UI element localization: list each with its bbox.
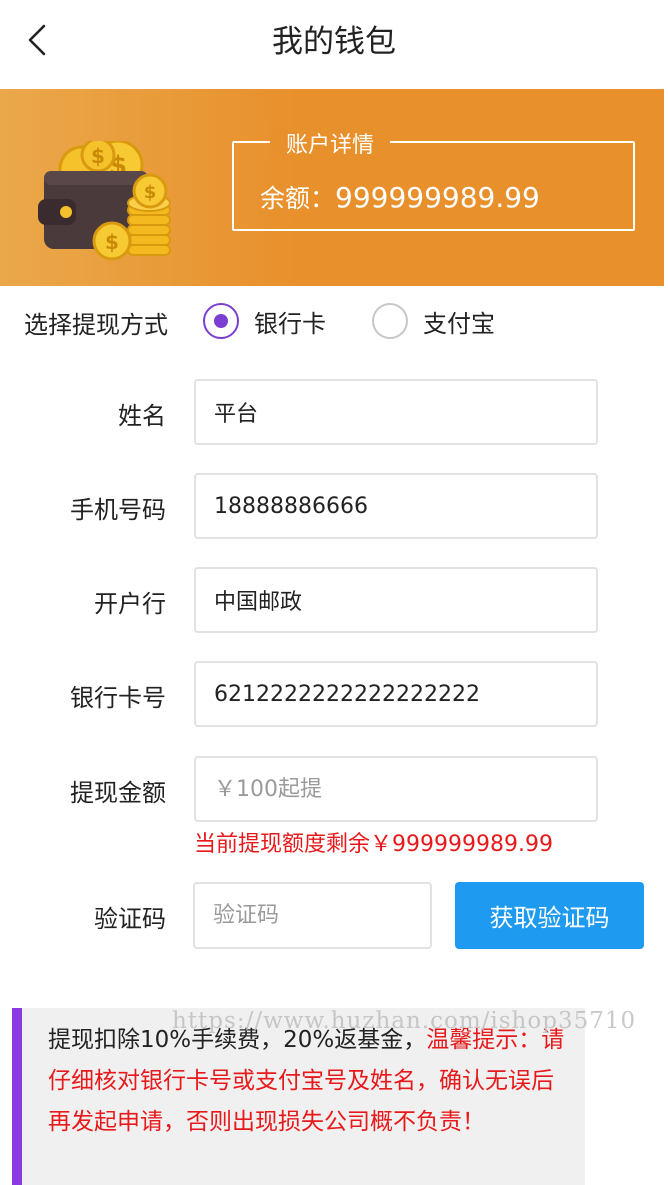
bank-input[interactable] [194,567,598,633]
account-details-title: 账户详情 [270,127,391,159]
bank-label: 开户行 [94,590,166,618]
page-title: 我的钱包 [272,24,396,60]
svg-text:$: $ [105,230,119,254]
withdraw-notice: 提现扣除10%手续费，20%返基金，温馨提示：请仔细核对银行卡号或支付宝号及姓名… [12,1008,585,1185]
balance-value: 999999989.99 [335,181,540,214]
radio-bank-card-label: 银行卡 [254,309,326,338]
wallet-coins-icon: $ $ $ $ [38,141,171,261]
balance-display: 余额：999999989.99 [260,179,540,215]
amount-label: 提现金额 [70,779,166,807]
verify-code-input[interactable] [193,882,432,949]
account-details-box: 账户详情 余额：999999989.99 [232,127,635,231]
bank-row: 开户行 [0,567,664,633]
card-number-input[interactable] [194,661,598,727]
withdraw-method-label: 选择提现方式 [24,311,168,339]
radio-unchecked-icon [372,303,408,339]
card-number-label: 银行卡号 [70,684,166,712]
remaining-quota-text: 当前提现额度剩余￥999999989.99 [194,832,553,857]
phone-label: 手机号码 [70,496,166,524]
svg-text:$: $ [144,182,157,203]
name-label: 姓名 [118,402,166,430]
wallet-banner: $ $ $ $ 账户详情 余额：999999989.99 [0,89,664,286]
withdraw-method-row: 选择提现方式 银行卡 支付宝 [0,296,664,346]
amount-row: 提现金额 [0,756,664,822]
balance-label: 余额： [260,184,336,213]
name-row: 姓名 [0,379,664,445]
radio-bank-card[interactable]: 银行卡 [203,301,326,341]
get-verify-code-button[interactable]: 获取验证码 [455,882,644,949]
phone-input[interactable] [194,473,598,539]
radio-alipay[interactable]: 支付宝 [372,301,495,341]
card-number-row: 银行卡号 [0,661,664,727]
header-bar: 我的钱包 [0,0,668,88]
svg-text:$: $ [91,144,105,168]
amount-input[interactable] [194,756,598,822]
phone-row: 手机号码 [0,473,664,539]
name-input[interactable] [194,379,598,445]
notice-fee-text: 提现扣除10%手续费，20%返基金， [48,1027,427,1053]
radio-checked-icon [203,303,239,339]
radio-alipay-label: 支付宝 [423,309,495,338]
verify-code-label: 验证码 [94,905,166,933]
